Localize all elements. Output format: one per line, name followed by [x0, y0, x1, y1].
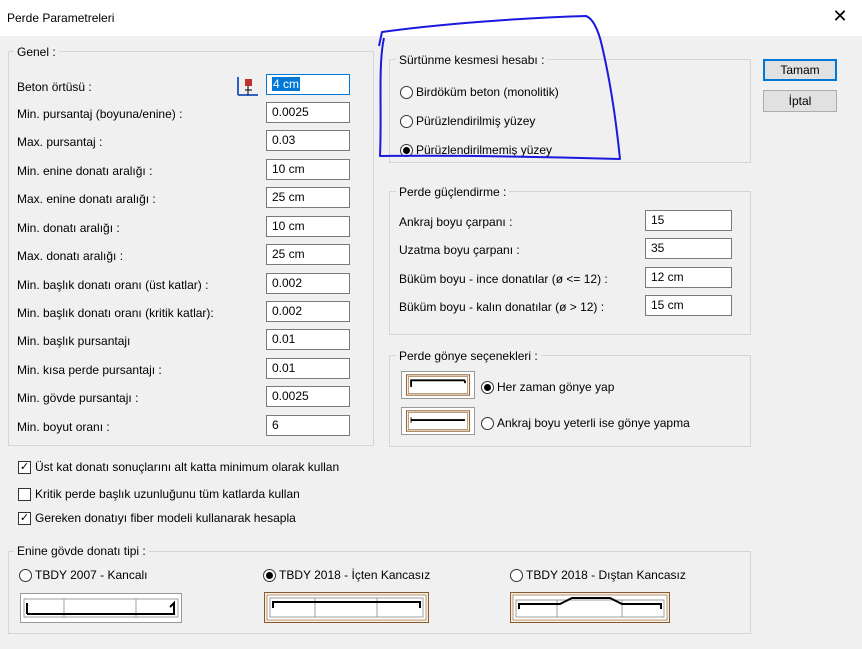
radio-tbdy2018-icten-label: TBDY 2018 - İçten Kancasız [279, 568, 431, 582]
checkbox-kritik-perde-baslik[interactable]: Kritik perde başlık uzunluğunu tüm katla… [18, 487, 300, 501]
max-pursantaj-input[interactable]: 0.03 [266, 130, 350, 151]
ok-button[interactable]: Tamam [763, 59, 837, 81]
gonye-group-title: Perde gönye seçenekleri : [396, 349, 541, 363]
min-donati-araligi-label: Min. donatı aralığı : [17, 221, 120, 235]
min-govde-pursantaji-input[interactable]: 0.0025 [266, 386, 350, 407]
max-donati-araligi-label: Max. donatı aralığı : [17, 249, 124, 263]
hand-drawn-annotation [378, 15, 621, 160]
radio-tbdy2007-kancali[interactable]: TBDY 2007 - Kancalı [19, 568, 148, 582]
uzatma-boyu-input[interactable]: 35 [645, 238, 732, 259]
gonye-yap-diagram [401, 371, 475, 399]
radio-tbdy2018-icten[interactable]: TBDY 2018 - İçten Kancasız [263, 568, 430, 582]
min-baslik-donati-ust-label: Min. başlık donatı oranı (üst katlar) : [17, 278, 209, 292]
min-baslik-donati-kritik-label: Min. başlık donatı oranı (kritik katlar)… [17, 306, 214, 320]
min-baslik-donati-ust-input[interactable]: 0.002 [266, 273, 350, 294]
max-donati-araligi-input[interactable]: 25 cm [266, 244, 350, 265]
window-title: Perde Parametreleri [7, 11, 115, 25]
check-icon: ✓ [18, 460, 31, 474]
close-icon[interactable]: ✕ [828, 6, 852, 28]
bukum-boyu-kalin-input[interactable]: 15 cm [645, 295, 732, 316]
checkbox-fiber-modeli-label: Gereken donatıyı fiber modeli kullanarak… [35, 511, 296, 525]
radio-circle-selected [263, 568, 276, 582]
radio-circle-selected [481, 380, 494, 394]
min-enine-donati-araligi-input[interactable]: 10 cm [266, 159, 350, 180]
bukum-boyu-kalin-label: Büküm boyu - kalın donatılar (ø > 12) : [399, 300, 605, 314]
tbdy2018-distan-diagram [510, 592, 670, 623]
tbdy2018-icten-diagram [264, 592, 429, 623]
min-pursantaj-label: Min. pursantaj (boyuna/enine) : [17, 107, 183, 121]
min-boyut-orani-input[interactable]: 6 [266, 415, 350, 436]
min-boyut-orani-label: Min. boyut oranı : [17, 420, 110, 434]
checkbox-ust-kat-donati-label: Üst kat donatı sonuçlarını alt katta min… [35, 460, 340, 474]
checkbox-fiber-modeli[interactable]: ✓ Gereken donatıyı fiber modeli kullanar… [18, 511, 296, 525]
min-baslik-pursantaji-label: Min. başlık pursantajı [17, 334, 131, 348]
cancel-button[interactable]: İptal [763, 90, 837, 112]
tbdy2007-diagram [20, 593, 182, 623]
radio-tbdy2018-distan-label: TBDY 2018 - Dıştan Kancasız [526, 568, 686, 582]
radio-her-zaman-gonye[interactable]: Her zaman gönye yap [481, 380, 614, 394]
ankraj-boyu-input[interactable]: 15 [645, 210, 732, 231]
max-pursantaj-label: Max. pursantaj : [17, 135, 103, 149]
uzatma-boyu-label: Uzatma boyu çarpanı : [399, 243, 520, 257]
min-govde-pursantaji-label: Min. gövde pursantajı : [17, 391, 139, 405]
max-enine-donati-araligi-input[interactable]: 25 cm [266, 187, 350, 208]
max-enine-donati-araligi-label: Max. enine donatı aralığı : [17, 192, 156, 206]
min-pursantaj-input[interactable]: 0.0025 [266, 102, 350, 123]
radio-tbdy2018-distan[interactable]: TBDY 2018 - Dıştan Kancasız [510, 568, 686, 582]
checkbox-kritik-perde-baslik-label: Kritik perde başlık uzunluğunu tüm katla… [35, 487, 300, 501]
min-enine-donati-araligi-label: Min. enine donatı aralığı : [17, 164, 153, 178]
bukum-boyu-ince-label: Büküm boyu - ince donatılar (ø <= 12) : [399, 272, 608, 286]
min-donati-araligi-input[interactable]: 10 cm [266, 216, 350, 237]
bukum-boyu-ince-input[interactable]: 12 cm [645, 267, 732, 288]
radio-ankraj-yeterli[interactable]: Ankraj boyu yeterli ise gönye yapma [481, 416, 690, 430]
ankraj-boyu-label: Ankraj boyu çarpanı : [399, 215, 513, 229]
enine-govde-group-title: Enine gövde donatı tipi : [14, 544, 149, 558]
radio-circle [510, 568, 523, 582]
beton-ortusu-input[interactable]: 4 cm [266, 74, 350, 95]
cover-icon [237, 77, 258, 96]
min-kisa-perde-pursantaji-input[interactable]: 0.01 [266, 358, 350, 379]
radio-tbdy2007-kancali-label: TBDY 2007 - Kancalı [35, 568, 148, 582]
radio-ankraj-yeterli-label: Ankraj boyu yeterli ise gönye yapma [497, 416, 690, 430]
min-baslik-donati-kritik-input[interactable]: 0.002 [266, 301, 350, 322]
check-icon: ✓ [18, 511, 31, 525]
guclendirme-group-title: Perde güçlendirme : [396, 185, 510, 199]
gonye-yapma-diagram [401, 407, 475, 435]
checkbox-ust-kat-donati[interactable]: ✓ Üst kat donatı sonuçlarını alt katta m… [18, 460, 339, 474]
min-kisa-perde-pursantaji-label: Min. kısa perde pursantajı : [17, 363, 162, 377]
radio-her-zaman-gonye-label: Her zaman gönye yap [497, 380, 615, 394]
radio-circle [19, 568, 32, 582]
beton-ortusu-label: Beton örtüsü : [17, 80, 92, 94]
checkbox-empty [18, 487, 31, 501]
min-baslik-pursantaji-input[interactable]: 0.01 [266, 329, 350, 350]
genel-group-title: Genel : [14, 45, 59, 59]
dialog-body: Genel : Beton örtüsü : 4 cm Min. pursant… [0, 15, 862, 649]
radio-circle [481, 416, 494, 430]
